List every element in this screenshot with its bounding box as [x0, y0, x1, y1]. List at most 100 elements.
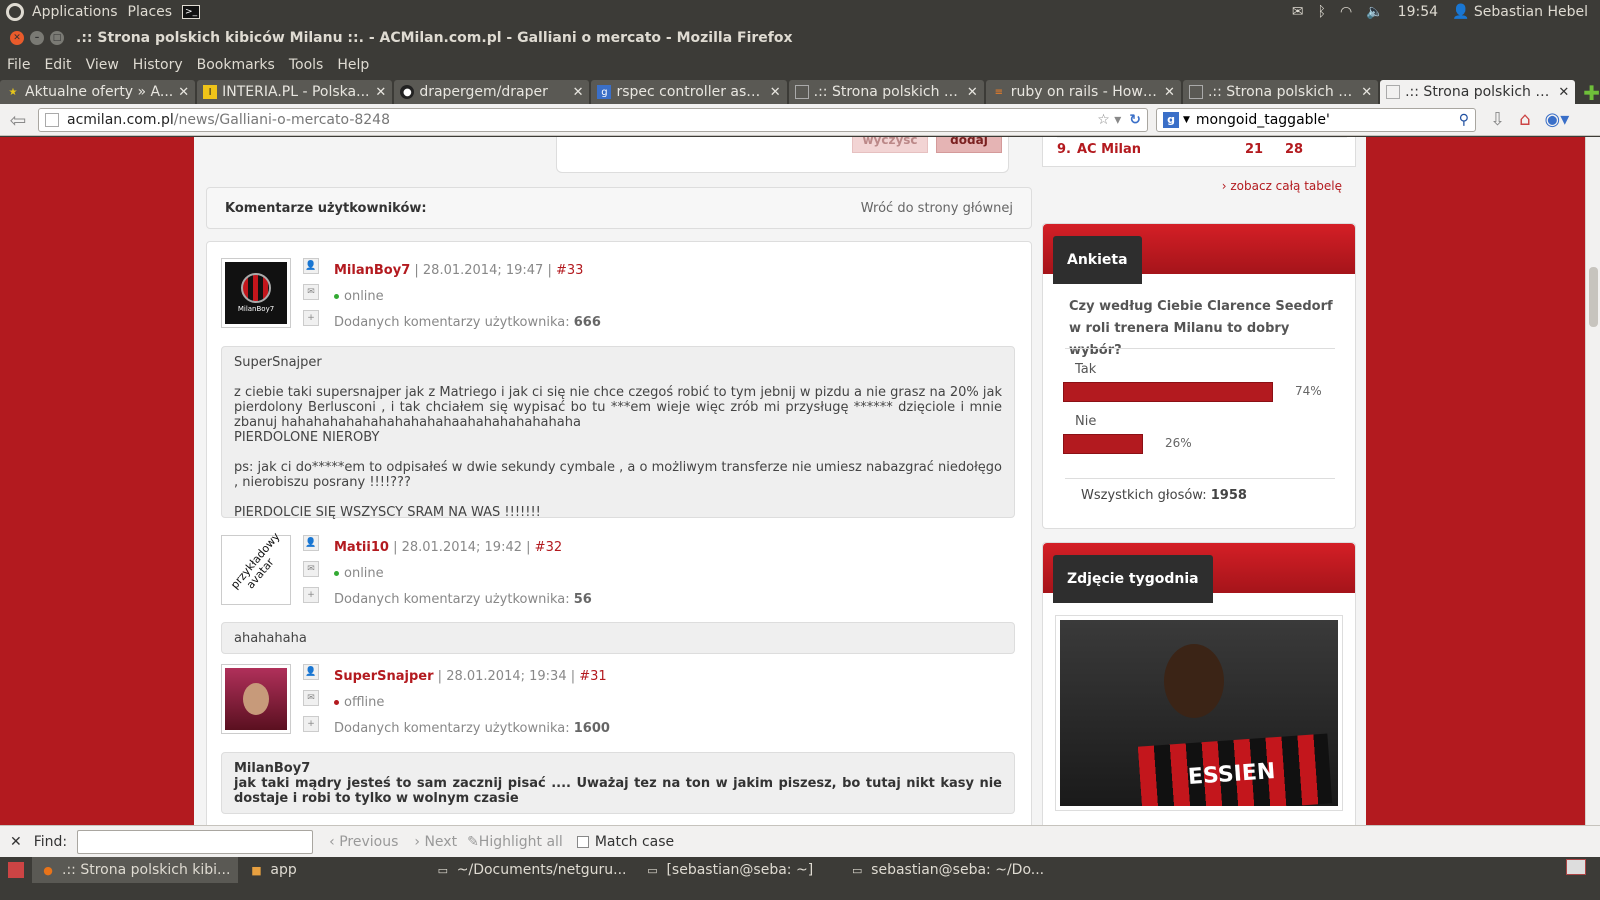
avatar[interactable]: MilanBoy7 — [221, 258, 291, 328]
wifi-icon[interactable]: ◠ — [1340, 4, 1352, 20]
find-next-button[interactable]: › Next — [414, 834, 457, 850]
add-button[interactable]: dodaj — [936, 137, 1002, 153]
browser-tab[interactable]: ★ Aktualne oferty » A... ✕ — [0, 80, 196, 104]
addon-globe-icon[interactable]: ◉▾ — [1545, 109, 1570, 130]
window-close-button[interactable]: ✕ — [10, 31, 24, 45]
bookmark-star-icon[interactable]: ☆ ▾ — [1097, 112, 1121, 128]
browser-tab[interactable]: ≡ ruby on rails - How ... ✕ — [985, 80, 1181, 104]
clear-button[interactable]: wyczyść — [852, 137, 928, 153]
match-case-label[interactable]: Match case — [595, 834, 674, 850]
reload-icon[interactable]: ↻ — [1129, 112, 1141, 128]
menu-edit[interactable]: Edit — [37, 57, 78, 73]
comment-text-line: PIERDOLCIE SIĘ WSZYSCY SRAM NA WAS !!!!!… — [234, 505, 541, 520]
comment-number[interactable]: #32 — [535, 540, 562, 555]
tab-close-icon[interactable]: ✕ — [1361, 85, 1372, 100]
tab-bar: ★ Aktualne oferty » A... ✕ I INTERIA.PL - P… — [0, 78, 1600, 104]
add-friend-icon[interactable]: + — [303, 716, 319, 732]
find-previous-button[interactable]: ‹ Previous — [329, 834, 398, 850]
terminal-launcher-icon[interactable]: >_ — [182, 5, 201, 19]
message-icon[interactable]: ✉ — [303, 561, 319, 577]
menu-file[interactable]: File — [0, 57, 37, 73]
menu-tools[interactable]: Tools — [282, 57, 331, 73]
tab-close-icon[interactable]: ✕ — [770, 85, 781, 100]
browser-tab[interactable]: .:: Strona polskich k... ✕ — [788, 80, 984, 104]
menu-history[interactable]: History — [126, 57, 190, 73]
google-search-engine-icon[interactable]: g — [1163, 111, 1179, 128]
taskbar-item[interactable]: ■ app — [240, 857, 304, 883]
browser-tab[interactable]: g rspec controller ass... ✕ — [591, 80, 787, 104]
browser-tab[interactable]: ● drapergem/draper ✕ — [394, 80, 590, 104]
taskbar-item[interactable]: ▭ sebastian@seba: ~/Do... — [841, 857, 1052, 883]
site-identity-icon[interactable] — [45, 112, 59, 127]
workspace-switcher-icon[interactable] — [1566, 859, 1586, 875]
search-bar[interactable]: g ▼ mongoid_taggable' ⚲ — [1156, 107, 1476, 132]
applications-menu[interactable]: Applications — [32, 4, 118, 20]
taskbar-item[interactable]: ▭ ~/Documents/netguru... — [427, 857, 635, 883]
table-team: AC Milan — [1077, 142, 1142, 157]
poll-option-label[interactable]: Nie — [1075, 414, 1096, 429]
browser-tab-active[interactable]: .:: Strona polskich k... ✕ — [1380, 80, 1576, 104]
back-arrow-icon[interactable]: ⇦ — [4, 108, 32, 132]
avatar-image — [225, 668, 287, 730]
bluetooth-icon[interactable]: ᛒ — [1318, 4, 1326, 20]
photo-of-week[interactable]: ESSIEN — [1055, 615, 1343, 811]
tab-close-icon[interactable]: ✕ — [375, 85, 386, 100]
add-friend-icon[interactable]: + — [303, 310, 319, 326]
comment-number[interactable]: #31 — [579, 669, 606, 684]
scrollbar-thumb[interactable] — [1589, 267, 1598, 327]
table-row[interactable]: 9. AC Milan 21 28 — [1057, 137, 1347, 161]
mail-icon[interactable]: ✉ — [1292, 4, 1304, 20]
window-titlebar: ✕ – □ .:: Strona polskich kibiców Milanu… — [0, 24, 1600, 52]
search-input[interactable]: mongoid_taggable' — [1196, 112, 1330, 128]
see-full-table-link[interactable]: › zobacz całą tabelę — [1222, 179, 1342, 193]
menu-help[interactable]: Help — [330, 57, 376, 73]
url-bar[interactable]: acmilan.com.pl/news/Galliani-o-mercato-8… — [38, 107, 1148, 132]
match-case-checkbox[interactable] — [576, 835, 589, 848]
volume-icon[interactable]: 🔈 — [1366, 4, 1383, 20]
tab-close-icon[interactable]: ✕ — [967, 85, 978, 100]
tab-label: ruby on rails - How ... — [1010, 84, 1161, 100]
poll-total-label: Wszystkich głosów: — [1081, 488, 1207, 503]
new-tab-icon[interactable]: ✚ — [1583, 82, 1600, 104]
find-close-icon[interactable]: ✕ — [10, 834, 22, 850]
comment-author[interactable]: MilanBoy7 — [334, 263, 410, 278]
tab-label: .:: Strona polskich k... — [1405, 84, 1555, 100]
window-maximize-button[interactable]: □ — [50, 31, 64, 45]
avatar[interactable]: przykładowy avatar — [221, 530, 291, 605]
comment-author[interactable]: Matii10 — [334, 540, 389, 555]
profile-icon[interactable]: 👤 — [303, 535, 319, 551]
search-engine-dropdown-icon[interactable]: ▼ — [1183, 115, 1190, 125]
tab-close-icon[interactable]: ✕ — [178, 85, 189, 100]
tab-close-icon[interactable]: ✕ — [573, 85, 584, 100]
menu-bookmarks[interactable]: Bookmarks — [190, 57, 282, 73]
tab-close-icon[interactable]: ✕ — [1164, 85, 1175, 100]
back-to-home-link[interactable]: Wróć do strony głównej — [861, 201, 1013, 216]
taskbar-item[interactable]: ▭ [sebastian@seba: ~] — [636, 857, 821, 883]
clock[interactable]: 19:54 — [1398, 4, 1438, 20]
tab-close-icon[interactable]: ✕ — [1558, 85, 1569, 100]
downloads-icon[interactable]: ⇩ — [1490, 109, 1505, 130]
ubuntu-logo-icon[interactable] — [6, 3, 24, 21]
message-icon[interactable]: ✉ — [303, 690, 319, 706]
user-menu[interactable]: 👤 Sebastian Hebel — [1452, 4, 1588, 20]
avatar[interactable] — [221, 664, 291, 734]
comment-number[interactable]: #33 — [556, 263, 583, 278]
show-desktop-icon[interactable] — [8, 862, 24, 878]
find-input[interactable] — [77, 829, 314, 854]
menu-view[interactable]: View — [79, 57, 126, 73]
taskbar-item[interactable]: ● .:: Strona polskich kibi... — [32, 857, 239, 883]
profile-icon[interactable]: 👤 — [303, 664, 319, 680]
page-scrollbar[interactable] — [1585, 137, 1600, 825]
search-icon[interactable]: ⚲ — [1459, 112, 1469, 128]
message-icon[interactable]: ✉ — [303, 284, 319, 300]
add-friend-icon[interactable]: + — [303, 587, 319, 603]
poll-option-label[interactable]: Tak — [1075, 362, 1096, 377]
window-minimize-button[interactable]: – — [30, 31, 44, 45]
profile-icon[interactable]: 👤 — [303, 258, 319, 274]
highlight-all-button[interactable]: ✎Highlight all — [467, 834, 563, 850]
places-menu[interactable]: Places — [128, 4, 173, 20]
home-icon[interactable]: ⌂ — [1519, 109, 1530, 130]
browser-tab[interactable]: I INTERIA.PL - Polska... ✕ — [197, 80, 393, 104]
browser-tab[interactable]: .:: Strona polskich k... ✕ — [1182, 80, 1379, 104]
comment-author[interactable]: SuperSnajper — [334, 669, 434, 684]
